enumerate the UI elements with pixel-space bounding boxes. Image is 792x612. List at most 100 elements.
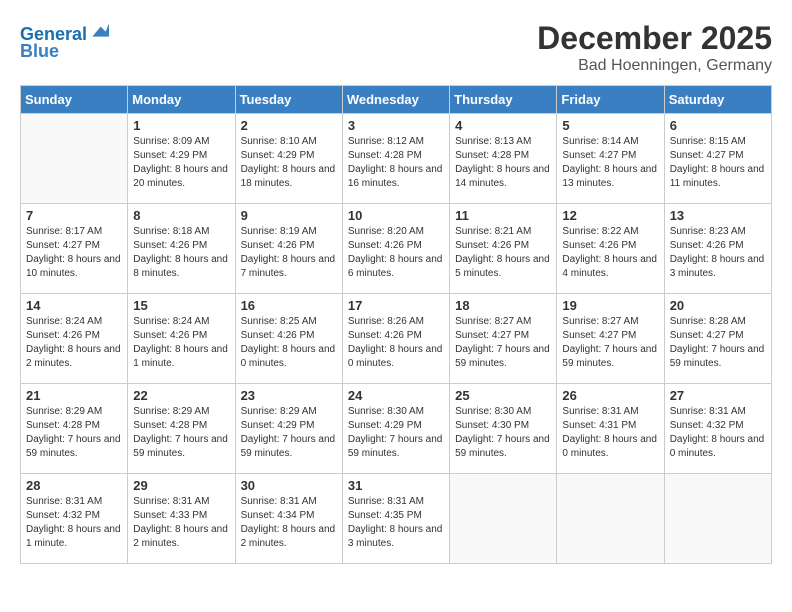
day-info: Sunrise: 8:19 AMSunset: 4:26 PMDaylight:…	[241, 225, 337, 281]
header-friday: Friday	[557, 86, 664, 114]
table-row: 4 Sunrise: 8:13 AMSunset: 4:28 PMDaylight…	[450, 114, 557, 204]
table-row: 3 Sunrise: 8:12 AMSunset: 4:28 PMDaylight…	[342, 114, 449, 204]
day-info: Sunrise: 8:28 AMSunset: 4:27 PMDaylight:…	[670, 315, 766, 371]
day-info: Sunrise: 8:29 AMSunset: 4:28 PMDaylight:…	[133, 405, 229, 461]
table-row: 5Sunrise: 8:14 AMSunset: 4:27 PMDaylight…	[557, 114, 664, 204]
table-row: 6 Sunrise: 8:15 AMSunset: 4:27 PMDaylight…	[664, 114, 771, 204]
day-info: Sunrise: 8:09 AMSunset: 4:29 PMDaylight:…	[133, 135, 229, 191]
location-title: Bad Hoenningen, Germany	[537, 57, 772, 75]
day-number: 17	[348, 298, 444, 313]
table-row: 13 Sunrise: 8:23 AMSunset: 4:26 PMDayligh…	[664, 204, 771, 294]
title-section: December 2025 Bad Hoenningen, Germany	[537, 20, 772, 75]
day-info: Sunrise: 8:20 AMSunset: 4:26 PMDaylight:…	[348, 225, 444, 281]
day-info: Sunrise: 8:31 AMSunset: 4:34 PMDaylight:…	[241, 495, 337, 551]
table-row: 16 Sunrise: 8:25 AMSunset: 4:26 PMDayligh…	[235, 294, 342, 384]
day-number: 18	[455, 298, 551, 313]
day-info: Sunrise: 8:25 AMSunset: 4:26 PMDaylight:…	[241, 315, 337, 371]
day-number: 7	[26, 208, 122, 223]
table-row: 27 Sunrise: 8:31 AMSunset: 4:32 PMDayligh…	[664, 384, 771, 474]
table-row: 21 Sunrise: 8:29 AMSunset: 4:28 PMDayligh…	[21, 384, 128, 474]
day-info: Sunrise: 8:10 AMSunset: 4:29 PMDaylight:…	[241, 135, 337, 191]
table-row	[21, 114, 128, 204]
header-sunday: Sunday	[21, 86, 128, 114]
day-number: 20	[670, 298, 766, 313]
day-number: 14	[26, 298, 122, 313]
day-info: Sunrise: 8:31 AMSunset: 4:35 PMDaylight:…	[348, 495, 444, 551]
day-info: Sunrise: 8:31 AMSunset: 4:31 PMDaylight:…	[562, 405, 658, 461]
day-info: Sunrise: 8:27 AMSunset: 4:27 PMDaylight:…	[455, 315, 551, 371]
header: General Blue December 2025 Bad Hoenninge…	[20, 20, 772, 75]
day-number: 6	[670, 118, 766, 133]
table-row: 7 Sunrise: 8:17 AMSunset: 4:27 PMDaylight…	[21, 204, 128, 294]
table-row: 31Sunrise: 8:31 AMSunset: 4:35 PMDayligh…	[342, 474, 449, 564]
table-row: 30 Sunrise: 8:31 AMSunset: 4:34 PMDayligh…	[235, 474, 342, 564]
table-row: 14 Sunrise: 8:24 AMSunset: 4:26 PMDayligh…	[21, 294, 128, 384]
header-thursday: Thursday	[450, 86, 557, 114]
day-number: 4	[455, 118, 551, 133]
day-number: 21	[26, 388, 122, 403]
table-row: 25 Sunrise: 8:30 AMSunset: 4:30 PMDayligh…	[450, 384, 557, 474]
day-number: 8	[133, 208, 229, 223]
day-number: 25	[455, 388, 551, 403]
day-number: 2	[241, 118, 337, 133]
day-info: Sunrise: 8:31 AMSunset: 4:32 PMDaylight:…	[670, 405, 766, 461]
day-info: Sunrise: 8:21 AMSunset: 4:26 PMDaylight:…	[455, 225, 551, 281]
table-row: 22 Sunrise: 8:29 AMSunset: 4:28 PMDayligh…	[128, 384, 235, 474]
table-row: 11 Sunrise: 8:21 AMSunset: 4:26 PMDayligh…	[450, 204, 557, 294]
logo: General Blue	[20, 20, 109, 62]
header-monday: Monday	[128, 86, 235, 114]
calendar-header-row: Sunday Monday Tuesday Wednesday Thursday…	[21, 86, 772, 114]
day-number: 27	[670, 388, 766, 403]
day-info: Sunrise: 8:23 AMSunset: 4:26 PMDaylight:…	[670, 225, 766, 281]
day-number: 9	[241, 208, 337, 223]
day-number: 11	[455, 208, 551, 223]
day-info: Sunrise: 8:22 AMSunset: 4:26 PMDaylight:…	[562, 225, 658, 281]
table-row	[557, 474, 664, 564]
day-number: 13	[670, 208, 766, 223]
day-number: 10	[348, 208, 444, 223]
header-saturday: Saturday	[664, 86, 771, 114]
day-info: Sunrise: 8:15 AMSunset: 4:27 PMDaylight:…	[670, 135, 766, 191]
table-row: 20 Sunrise: 8:28 AMSunset: 4:27 PMDayligh…	[664, 294, 771, 384]
table-row: 28 Sunrise: 8:31 AMSunset: 4:32 PMDayligh…	[21, 474, 128, 564]
table-row: 1Sunrise: 8:09 AMSunset: 4:29 PMDaylight…	[128, 114, 235, 204]
table-row: 23Sunrise: 8:29 AMSunset: 4:29 PMDayligh…	[235, 384, 342, 474]
table-row: 2 Sunrise: 8:10 AMSunset: 4:29 PMDaylight…	[235, 114, 342, 204]
day-number: 5	[562, 118, 658, 133]
calendar-week-row: 1Sunrise: 8:09 AMSunset: 4:29 PMDaylight…	[21, 114, 772, 204]
day-info: Sunrise: 8:13 AMSunset: 4:28 PMDaylight:…	[455, 135, 551, 191]
day-number: 28	[26, 478, 122, 493]
day-number: 3	[348, 118, 444, 133]
calendar-week-row: 21 Sunrise: 8:29 AMSunset: 4:28 PMDayligh…	[21, 384, 772, 474]
day-info: Sunrise: 8:17 AMSunset: 4:27 PMDaylight:…	[26, 225, 122, 281]
calendar-week-row: 7 Sunrise: 8:17 AMSunset: 4:27 PMDaylight…	[21, 204, 772, 294]
table-row: 17 Sunrise: 8:26 AMSunset: 4:26 PMDayligh…	[342, 294, 449, 384]
calendar-week-row: 28 Sunrise: 8:31 AMSunset: 4:32 PMDayligh…	[21, 474, 772, 564]
day-info: Sunrise: 8:18 AMSunset: 4:26 PMDaylight:…	[133, 225, 229, 281]
day-number: 30	[241, 478, 337, 493]
calendar-table: Sunday Monday Tuesday Wednesday Thursday…	[20, 85, 772, 564]
day-number: 29	[133, 478, 229, 493]
day-info: Sunrise: 8:29 AMSunset: 4:28 PMDaylight:…	[26, 405, 122, 461]
table-row: 18 Sunrise: 8:27 AMSunset: 4:27 PMDayligh…	[450, 294, 557, 384]
day-info: Sunrise: 8:12 AMSunset: 4:28 PMDaylight:…	[348, 135, 444, 191]
header-wednesday: Wednesday	[342, 86, 449, 114]
day-number: 16	[241, 298, 337, 313]
day-info: Sunrise: 8:29 AMSunset: 4:29 PMDaylight:…	[241, 405, 337, 461]
month-title: December 2025	[537, 20, 772, 57]
table-row: 19Sunrise: 8:27 AMSunset: 4:27 PMDayligh…	[557, 294, 664, 384]
day-info: Sunrise: 8:30 AMSunset: 4:30 PMDaylight:…	[455, 405, 551, 461]
table-row: 15Sunrise: 8:24 AMSunset: 4:26 PMDayligh…	[128, 294, 235, 384]
calendar-week-row: 14 Sunrise: 8:24 AMSunset: 4:26 PMDayligh…	[21, 294, 772, 384]
table-row: 8 Sunrise: 8:18 AMSunset: 4:26 PMDaylight…	[128, 204, 235, 294]
table-row	[664, 474, 771, 564]
day-number: 22	[133, 388, 229, 403]
day-info: Sunrise: 8:30 AMSunset: 4:29 PMDaylight:…	[348, 405, 444, 461]
day-number: 12	[562, 208, 658, 223]
day-info: Sunrise: 8:26 AMSunset: 4:26 PMDaylight:…	[348, 315, 444, 371]
day-info: Sunrise: 8:27 AMSunset: 4:27 PMDaylight:…	[562, 315, 658, 371]
header-tuesday: Tuesday	[235, 86, 342, 114]
day-number: 24	[348, 388, 444, 403]
day-info: Sunrise: 8:24 AMSunset: 4:26 PMDaylight:…	[26, 315, 122, 371]
day-info: Sunrise: 8:31 AMSunset: 4:32 PMDaylight:…	[26, 495, 122, 551]
